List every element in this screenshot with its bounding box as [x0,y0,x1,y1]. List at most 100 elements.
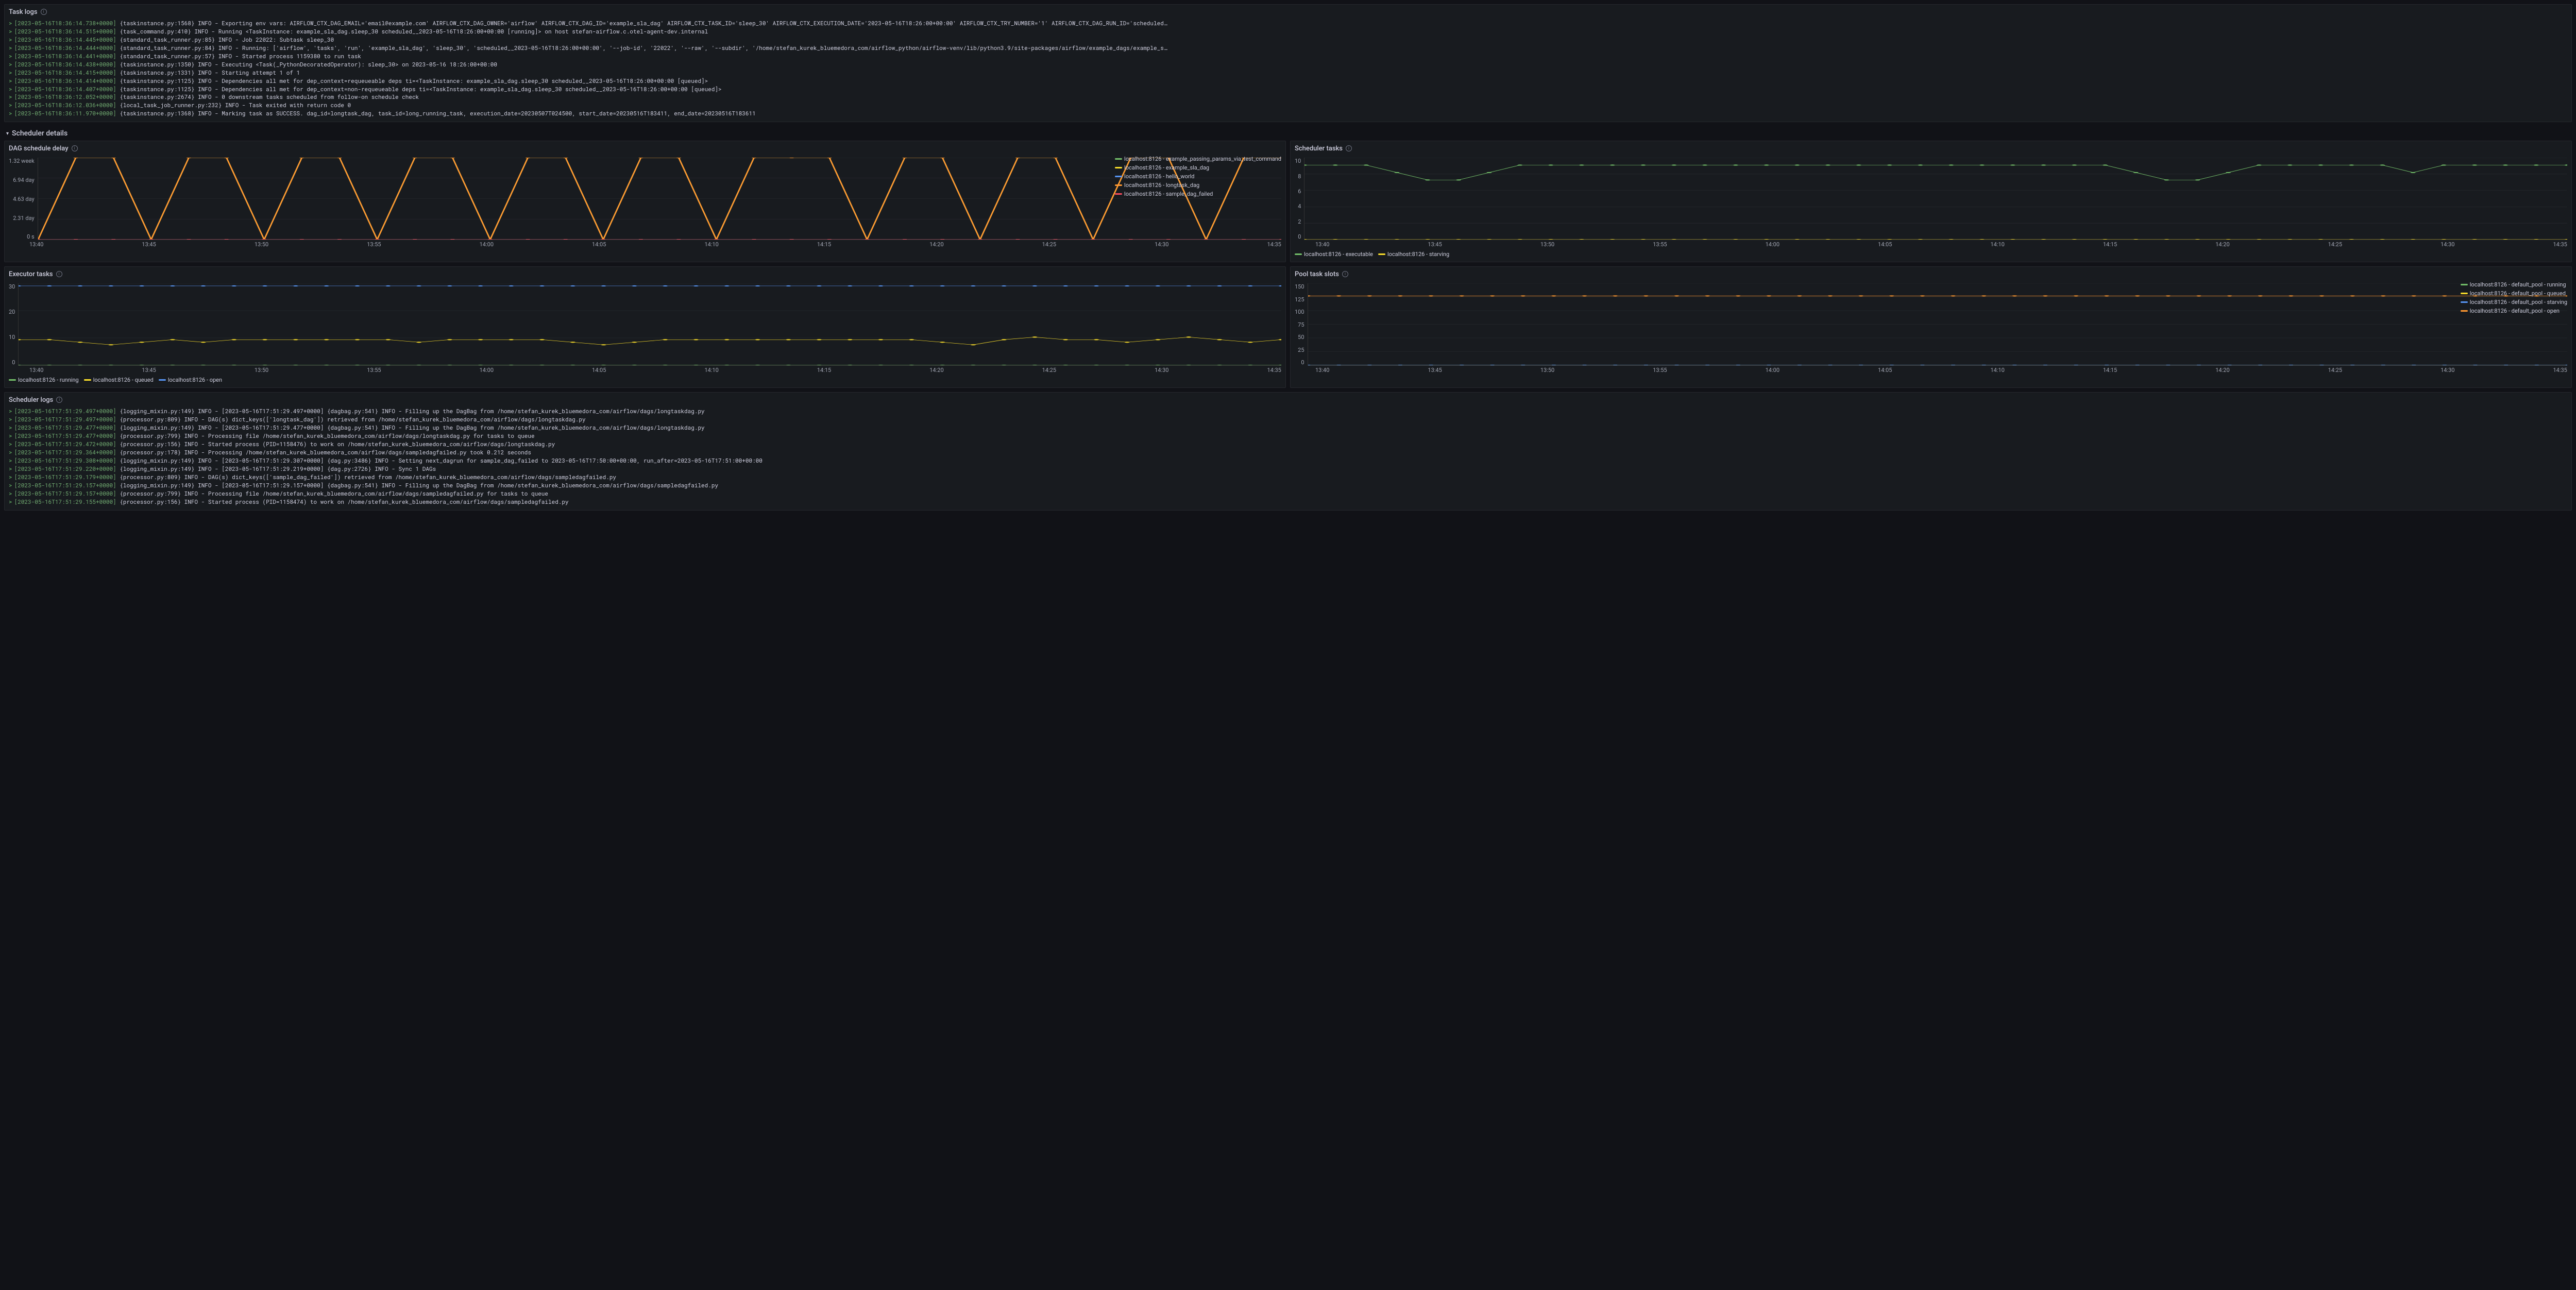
x-tick-label: 14:30 [1155,241,1168,248]
legend-item[interactable]: localhost:8126 - longtask_dag [1115,182,1281,189]
y-tick-label: 6 [1295,188,1301,195]
y-tick-label: 100 [1295,309,1304,315]
log-line[interactable]: >[2023-05-16T18:36:12.036+0000] {local_t… [9,101,2567,109]
legend-item[interactable]: localhost:8126 - default_pool - open [2461,308,2567,314]
scheduler-details-row[interactable]: ▾ Scheduler details [4,126,2572,141]
y-tick-label: 20 [9,309,15,315]
legend-swatch [1115,167,1122,168]
legend-item[interactable]: localhost:8126 - starving [1378,251,1449,258]
log-line[interactable]: >[2023-05-16T17:51:29.497+0000] {logging… [9,407,2567,415]
log-line[interactable]: >[2023-05-16T17:51:29.364+0000] {process… [9,448,2567,456]
legend-item[interactable]: localhost:8126 - default_pool - starving [2461,299,2567,305]
info-icon[interactable]: i [41,9,47,15]
log-line[interactable]: >[2023-05-16T18:36:14.738+0000] {taskins… [9,19,2567,27]
info-icon[interactable]: i [72,145,78,151]
executor-tasks-panel: Executor tasks i 302010013:4013:4513:501… [4,266,1286,388]
log-message: {processor.py:156} INFO - Started proces… [120,440,555,448]
info-icon[interactable]: i [1342,271,1348,277]
log-line[interactable]: >[2023-05-16T18:36:14.441+0000] {standar… [9,52,2567,60]
log-line[interactable]: >[2023-05-16T17:51:29.157+0000] {logging… [9,481,2567,489]
info-icon[interactable]: i [56,271,62,277]
log-line[interactable]: >[2023-05-16T17:51:29.477+0000] {logging… [9,423,2567,432]
x-tick-label: 14:25 [2328,241,2342,248]
legend-item[interactable]: localhost:8126 - queued [84,377,154,383]
y-tick-label: 125 [1295,296,1304,303]
log-line[interactable]: >[2023-05-16T17:51:29.179+0000] {process… [9,473,2567,481]
chevron-right-icon: > [9,465,12,472]
section-title: Scheduler details [12,129,67,138]
panel-header[interactable]: Task logs i [5,5,2571,19]
log-timestamp: [2023-05-16T18:36:12.052+0000] [14,93,116,100]
legend-label: localhost:8126 - running [18,377,79,383]
log-message: {processor.py:809} INFO - DAG(s) dict_ke… [120,415,585,423]
log-line[interactable]: >[2023-05-16T17:51:29.157+0000] {process… [9,489,2567,498]
legend-item[interactable]: localhost:8126 - sample_dag_failed [1115,191,1281,197]
log-line[interactable]: >[2023-05-16T18:36:14.444+0000] {standar… [9,44,2567,52]
log-line[interactable]: >[2023-05-16T18:36:14.414+0000] {taskins… [9,77,2567,85]
log-line[interactable]: >[2023-05-16T18:36:14.407+0000] {taskins… [9,85,2567,93]
y-tick-label: 1.32 week [9,158,35,164]
log-timestamp: [2023-05-16T18:36:14.738+0000] [14,19,116,27]
task-logs-body: > [2023-05-16T18:36:14.738+0000] {taskins… [5,19,2571,122]
pool-task-slots-panel: Pool task slots i 150125100755025013:401… [1290,266,2572,388]
log-message: {local_task_job_runner.py:232} INFO - Ta… [120,101,351,109]
x-tick-label: 13:50 [255,241,268,248]
panel-header[interactable]: Pool task slots i [1291,267,2571,281]
log-timestamp: [2023-05-16T17:51:29.155+0000] [14,498,116,505]
legend-item[interactable]: localhost:8126 - running [9,377,79,383]
x-tick-label: 14:20 [929,367,943,374]
legend-label: localhost:8126 - example_sla_dag [1124,164,1209,171]
legend-item[interactable]: localhost:8126 - open [159,377,222,383]
log-line[interactable]: >[2023-05-16T17:51:29.477+0000] {process… [9,432,2567,440]
y-tick-label: 4 [1295,203,1301,210]
legend-item[interactable]: localhost:8126 - default_pool - running [2461,281,2567,288]
chart-body[interactable]: 108642013:4013:4513:5013:5514:0014:0514:… [1291,156,2571,262]
scheduler-logs-panel: Scheduler logs i >[2023-05-16T17:51:29.4… [4,392,2572,510]
log-line[interactable]: >[2023-05-16T18:36:14.445+0000] {standar… [9,36,2567,44]
log-message: {logging_mixin.py:149} INFO - [2023-05-1… [120,407,704,415]
chevron-right-icon: > [9,440,12,448]
info-icon[interactable]: i [1346,145,1352,151]
log-line[interactable]: >[2023-05-16T17:51:29.155+0000] {process… [9,498,2567,506]
log-timestamp: [2023-05-16T18:36:14.414+0000] [14,77,116,84]
log-line[interactable]: >[2023-05-16T17:51:29.472+0000] {process… [9,440,2567,448]
scheduler-tasks-panel: Scheduler tasks i 108642013:4013:4513:50… [1290,141,2572,262]
x-tick-label: 13:50 [1540,241,1554,248]
chevron-right-icon: > [9,432,12,439]
log-timestamp: [2023-05-16T18:36:14.415+0000] [14,69,116,76]
legend-item[interactable]: localhost:8126 - example_sla_dag [1115,164,1281,171]
log-line[interactable]: >[2023-05-16T18:36:12.052+0000] {taskins… [9,93,2567,101]
panel-header[interactable]: Scheduler tasks i [1291,141,2571,156]
legend-item[interactable]: localhost:8126 - example_passing_params_… [1115,156,1281,162]
legend-item[interactable]: localhost:8126 - hello_world [1115,173,1281,180]
legend-item[interactable]: localhost:8126 - default_pool - queued [2461,290,2567,297]
log-line[interactable]: >[2023-05-16T17:51:29.308+0000] {logging… [9,456,2567,465]
legend-swatch [159,379,166,381]
log-line[interactable]: >[2023-05-16T18:36:11.970+0000] {taskins… [9,109,2567,117]
chart-body[interactable]: 150125100755025013:4013:4513:5013:5514:0… [1291,281,2571,378]
log-line[interactable]: >[2023-05-16T17:51:29.497+0000] {process… [9,415,2567,423]
log-message: {standard_task_runner.py:85} INFO - Job … [120,36,334,43]
log-line[interactable]: >[2023-05-16T18:36:14.515+0000] {task_co… [9,27,2567,36]
info-icon[interactable]: i [56,397,62,403]
log-timestamp: [2023-05-16T17:51:29.497+0000] [14,415,116,423]
panel-header[interactable]: DAG schedule delay i [5,141,1285,156]
chart-body[interactable]: 1.32 week6.94 day4.63 day2.31 day0 s13:4… [5,156,1285,252]
log-line[interactable]: >[2023-05-16T18:36:14.438+0000] {taskins… [9,60,2567,69]
log-message: {taskinstance.py:1368} INFO - Marking ta… [120,109,755,117]
x-tick-label: 13:40 [29,241,43,248]
legend-label: localhost:8126 - executable [1304,251,1373,258]
panel-header[interactable]: Executor tasks i [5,267,1285,281]
log-line[interactable]: >[2023-05-16T17:51:29.220+0000] {logging… [9,465,2567,473]
chevron-right-icon: > [9,36,12,43]
panel-header[interactable]: Scheduler logs i [5,393,2571,407]
scheduler-logs-body: >[2023-05-16T17:51:29.497+0000] {logging… [5,407,2571,510]
y-tick-label: 150 [1295,283,1304,290]
legend-swatch [1115,193,1122,195]
x-tick-label: 14:15 [2103,241,2117,248]
chevron-right-icon: > [9,423,12,431]
legend-item[interactable]: localhost:8126 - executable [1295,251,1373,258]
log-timestamp: [2023-05-16T18:36:14.445+0000] [14,36,116,43]
log-line[interactable]: >[2023-05-16T18:36:14.415+0000] {taskins… [9,69,2567,77]
chart-body[interactable]: 302010013:4013:4513:5013:5514:0014:0514:… [5,281,1285,387]
